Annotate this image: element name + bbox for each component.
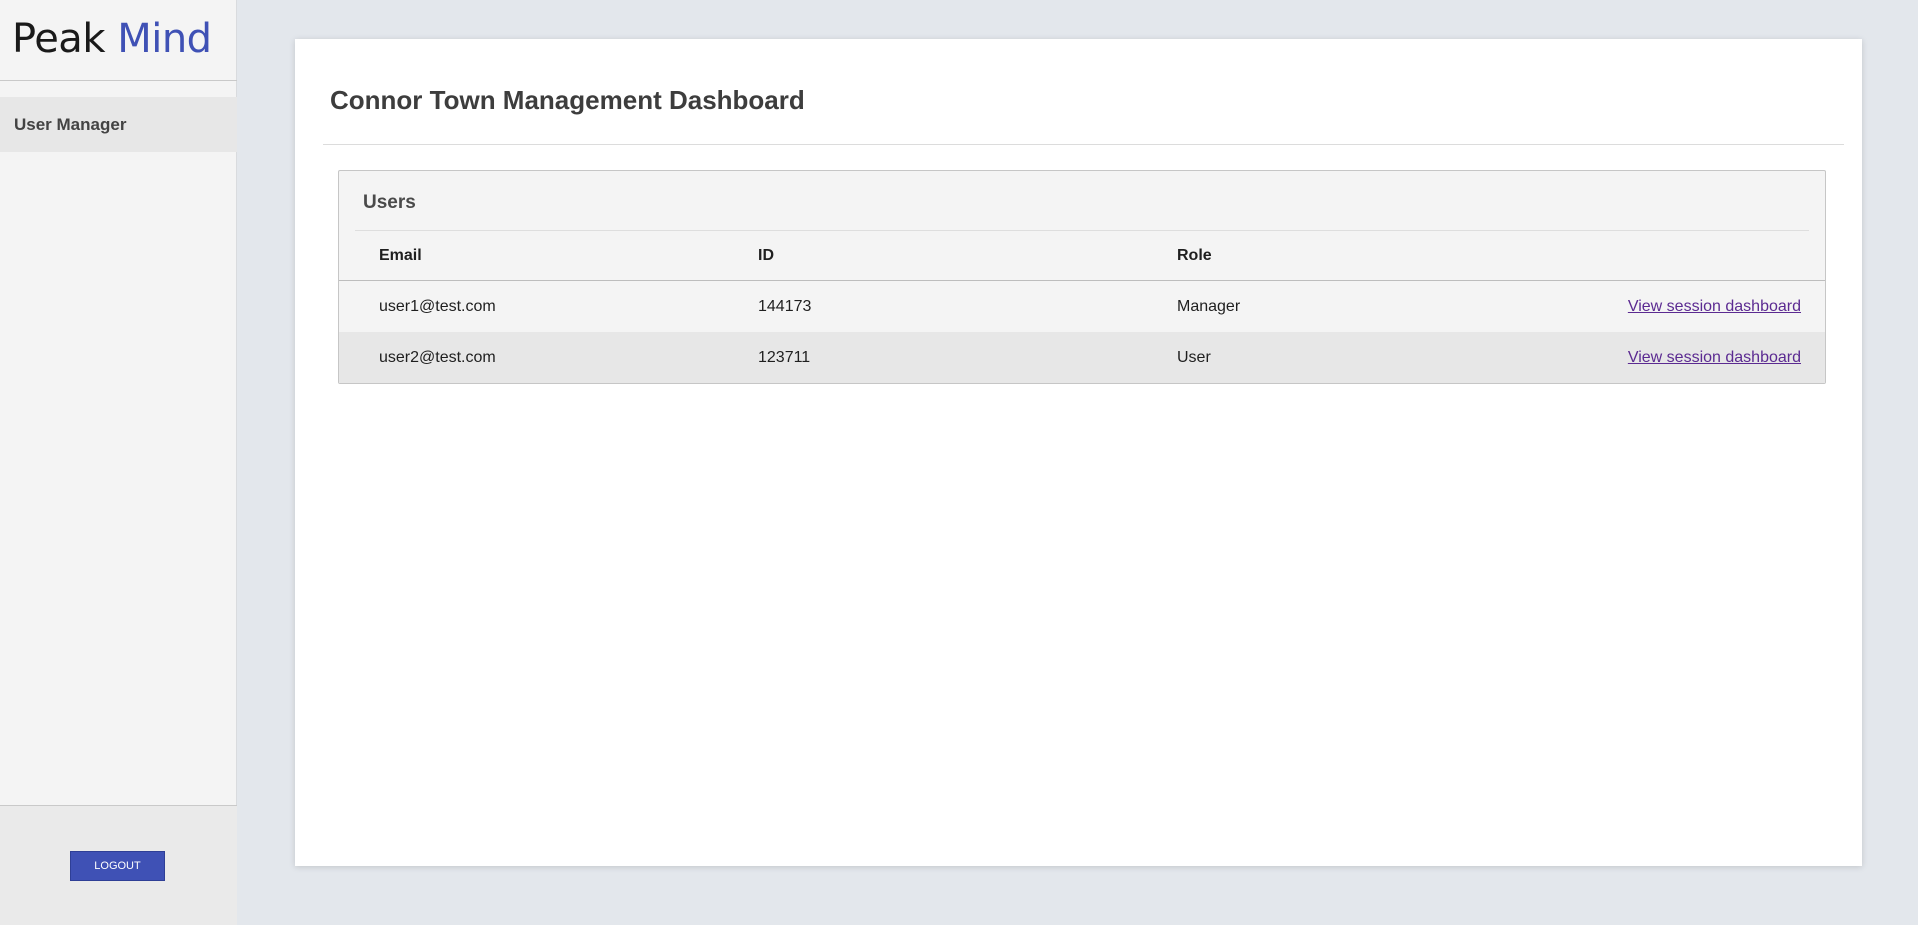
column-header-role: Role	[1177, 231, 1557, 281]
users-panel: Users Email ID Role user1@test.com 14417…	[338, 170, 1826, 384]
view-session-dashboard-link[interactable]: View session dashboard	[1628, 298, 1801, 315]
cell-email: user2@test.com	[379, 348, 496, 366]
cell-email: user1@test.com	[379, 297, 496, 315]
page-title: Connor Town Management Dashboard	[330, 85, 805, 115]
view-session-dashboard-link[interactable]: View session dashboard	[1628, 349, 1801, 366]
users-table: Email ID Role user1@test.com 144173 Mana…	[339, 231, 1825, 383]
logo-divider	[0, 80, 237, 81]
users-panel-title: Users	[355, 191, 1809, 231]
sidebar-footer: LOGOUT	[0, 805, 237, 925]
table-header-row: Email ID Role	[339, 231, 1825, 281]
title-divider	[323, 144, 1844, 145]
logout-button[interactable]: LOGOUT	[70, 851, 165, 881]
column-header-actions	[1557, 231, 1825, 281]
table-row: user2@test.com 123711 User View session …	[339, 332, 1825, 383]
cell-role: Manager	[1177, 297, 1241, 315]
sidebar-item-user-manager[interactable]: User Manager	[0, 97, 237, 152]
cell-id: 144173	[758, 297, 812, 315]
app-logo[interactable]: Peak Mind	[12, 12, 227, 67]
cell-id: 123711	[758, 348, 811, 366]
logo-word-peak: Peak	[12, 16, 105, 62]
cell-role: User	[1177, 348, 1211, 366]
table-row: user1@test.com 144173 Manager View sessi…	[339, 280, 1825, 333]
cell-action: View session dashboard	[1557, 332, 1825, 383]
main-card: Connor Town Management Dashboard Users E…	[295, 39, 1862, 866]
cell-action: View session dashboard	[1557, 281, 1825, 333]
sidebar: Peak Mind User Manager LOGOUT	[0, 0, 237, 925]
column-header-id: ID	[758, 231, 1177, 281]
logo-word-mind: Mind	[117, 16, 212, 62]
column-header-email: Email	[339, 231, 758, 281]
sidebar-item-label: User Manager	[14, 115, 127, 134]
